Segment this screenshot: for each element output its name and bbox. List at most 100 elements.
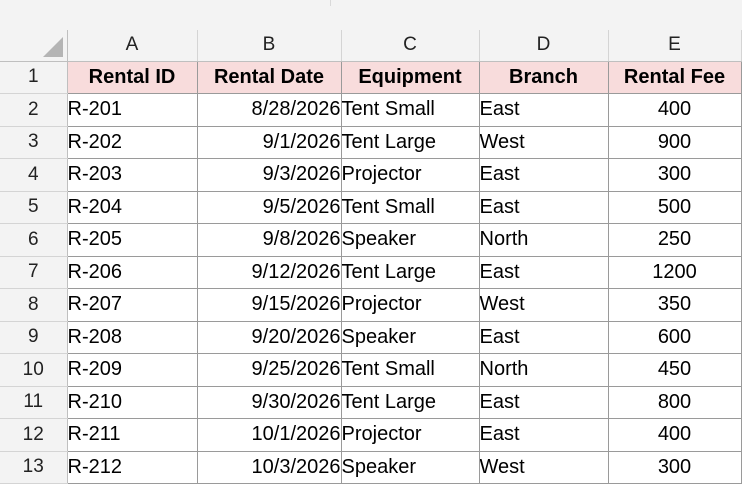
cell-rental-id[interactable]: R-205 <box>67 223 198 257</box>
spreadsheet-grid[interactable]: A B C D E 1 Rental ID Rental Date Equipm… <box>0 30 742 484</box>
row-number[interactable]: 6 <box>0 223 68 257</box>
cell-branch[interactable]: East <box>479 386 609 419</box>
table-row: 11 R-210 9/30/2026 Tent Large East 800 <box>0 386 742 419</box>
cell-rental-fee[interactable]: 450 <box>608 353 742 387</box>
row-number[interactable]: 11 <box>0 386 68 419</box>
header-cell-equipment[interactable]: Equipment <box>341 61 480 94</box>
column-header-a[interactable]: A <box>67 30 198 62</box>
cell-equipment[interactable]: Tent Small <box>341 353 480 387</box>
cell-rental-date[interactable]: 9/1/2026 <box>197 126 342 159</box>
column-header-row: A B C D E <box>0 30 742 62</box>
cell-rental-date[interactable]: 10/3/2026 <box>197 451 342 484</box>
cell-branch[interactable]: East <box>479 191 609 224</box>
table-row: 13 R-212 10/3/2026 Speaker West 300 <box>0 451 742 484</box>
toolbar-divider <box>330 0 331 6</box>
cell-equipment[interactable]: Tent Small <box>341 93 480 127</box>
cell-rental-id[interactable]: R-201 <box>67 93 198 127</box>
cell-branch[interactable]: East <box>479 418 609 452</box>
cell-rental-fee[interactable]: 900 <box>608 126 742 159</box>
row-number[interactable]: 9 <box>0 321 68 354</box>
row-number[interactable]: 4 <box>0 158 68 192</box>
cell-rental-id[interactable]: R-207 <box>67 288 198 322</box>
cell-rental-id[interactable]: R-209 <box>67 353 198 387</box>
cell-branch[interactable]: East <box>479 321 609 354</box>
cell-branch[interactable]: East <box>479 93 609 127</box>
cell-rental-fee[interactable]: 350 <box>608 288 742 322</box>
column-header-c[interactable]: C <box>341 30 480 62</box>
cell-rental-fee[interactable]: 800 <box>608 386 742 419</box>
cell-rental-id[interactable]: R-203 <box>67 158 198 192</box>
cell-rental-id[interactable]: R-211 <box>67 418 198 452</box>
row-number[interactable]: 12 <box>0 418 68 452</box>
table-row: 9 R-208 9/20/2026 Speaker East 600 <box>0 321 742 354</box>
table-row: 12 R-211 10/1/2026 Projector East 400 <box>0 418 742 452</box>
row-number[interactable]: 7 <box>0 256 68 289</box>
header-cell-rental-fee[interactable]: Rental Fee <box>608 61 742 94</box>
cell-rental-fee[interactable]: 300 <box>608 451 742 484</box>
cell-rental-fee[interactable]: 400 <box>608 418 742 452</box>
cell-branch[interactable]: East <box>479 158 609 192</box>
cell-equipment[interactable]: Tent Small <box>341 191 480 224</box>
cell-rental-fee[interactable]: 250 <box>608 223 742 257</box>
table-row: 6 R-205 9/8/2026 Speaker North 250 <box>0 223 742 257</box>
table-row: 3 R-202 9/1/2026 Tent Large West 900 <box>0 126 742 159</box>
cell-rental-date[interactable]: 9/30/2026 <box>197 386 342 419</box>
cell-rental-id[interactable]: R-210 <box>67 386 198 419</box>
cell-rental-date[interactable]: 9/20/2026 <box>197 321 342 354</box>
cell-rental-fee[interactable]: 500 <box>608 191 742 224</box>
row-number[interactable]: 8 <box>0 288 68 322</box>
row-number[interactable]: 1 <box>0 61 68 94</box>
cell-equipment[interactable]: Tent Large <box>341 386 480 419</box>
header-cell-branch[interactable]: Branch <box>479 61 609 94</box>
cell-rental-fee[interactable]: 300 <box>608 158 742 192</box>
cell-rental-id[interactable]: R-208 <box>67 321 198 354</box>
table-header-row: 1 Rental ID Rental Date Equipment Branch… <box>0 61 742 94</box>
cell-branch[interactable]: West <box>479 451 609 484</box>
cell-equipment[interactable]: Speaker <box>341 223 480 257</box>
toolbar-strip <box>0 0 742 30</box>
cell-rental-fee[interactable]: 600 <box>608 321 742 354</box>
row-number[interactable]: 3 <box>0 126 68 159</box>
cell-rental-date[interactable]: 9/8/2026 <box>197 223 342 257</box>
table-row: 5 R-204 9/5/2026 Tent Small East 500 <box>0 191 742 224</box>
table-row: 8 R-207 9/15/2026 Projector West 350 <box>0 288 742 322</box>
column-header-e[interactable]: E <box>608 30 742 62</box>
cell-equipment[interactable]: Speaker <box>341 451 480 484</box>
header-cell-rental-date[interactable]: Rental Date <box>197 61 342 94</box>
cell-branch[interactable]: West <box>479 288 609 322</box>
cell-rental-fee[interactable]: 1200 <box>608 256 742 289</box>
cell-rental-id[interactable]: R-202 <box>67 126 198 159</box>
row-number[interactable]: 13 <box>0 451 68 484</box>
cell-rental-fee[interactable]: 400 <box>608 93 742 127</box>
select-all-corner[interactable] <box>0 30 68 62</box>
cell-branch[interactable]: West <box>479 126 609 159</box>
cell-rental-id[interactable]: R-212 <box>67 451 198 484</box>
header-cell-rental-id[interactable]: Rental ID <box>67 61 198 94</box>
table-row: 4 R-203 9/3/2026 Projector East 300 <box>0 158 742 192</box>
cell-branch[interactable]: East <box>479 256 609 289</box>
cell-branch[interactable]: North <box>479 353 609 387</box>
column-header-d[interactable]: D <box>479 30 609 62</box>
row-number[interactable]: 2 <box>0 93 68 127</box>
cell-rental-id[interactable]: R-204 <box>67 191 198 224</box>
cell-rental-id[interactable]: R-206 <box>67 256 198 289</box>
row-number[interactable]: 5 <box>0 191 68 224</box>
cell-rental-date[interactable]: 9/5/2026 <box>197 191 342 224</box>
cell-rental-date[interactable]: 10/1/2026 <box>197 418 342 452</box>
row-number[interactable]: 10 <box>0 353 68 387</box>
cell-branch[interactable]: North <box>479 223 609 257</box>
cell-equipment[interactable]: Projector <box>341 288 480 322</box>
cell-equipment[interactable]: Tent Large <box>341 256 480 289</box>
cell-rental-date[interactable]: 9/12/2026 <box>197 256 342 289</box>
table-row: 10 R-209 9/25/2026 Tent Small North 450 <box>0 353 742 387</box>
column-header-b[interactable]: B <box>197 30 342 62</box>
cell-rental-date[interactable]: 9/25/2026 <box>197 353 342 387</box>
cell-equipment[interactable]: Speaker <box>341 321 480 354</box>
cell-rental-date[interactable]: 9/15/2026 <box>197 288 342 322</box>
cell-rental-date[interactable]: 8/28/2026 <box>197 93 342 127</box>
table-row: 2 R-201 8/28/2026 Tent Small East 400 <box>0 93 742 127</box>
cell-equipment[interactable]: Tent Large <box>341 126 480 159</box>
cell-equipment[interactable]: Projector <box>341 158 480 192</box>
cell-equipment[interactable]: Projector <box>341 418 480 452</box>
cell-rental-date[interactable]: 9/3/2026 <box>197 158 342 192</box>
